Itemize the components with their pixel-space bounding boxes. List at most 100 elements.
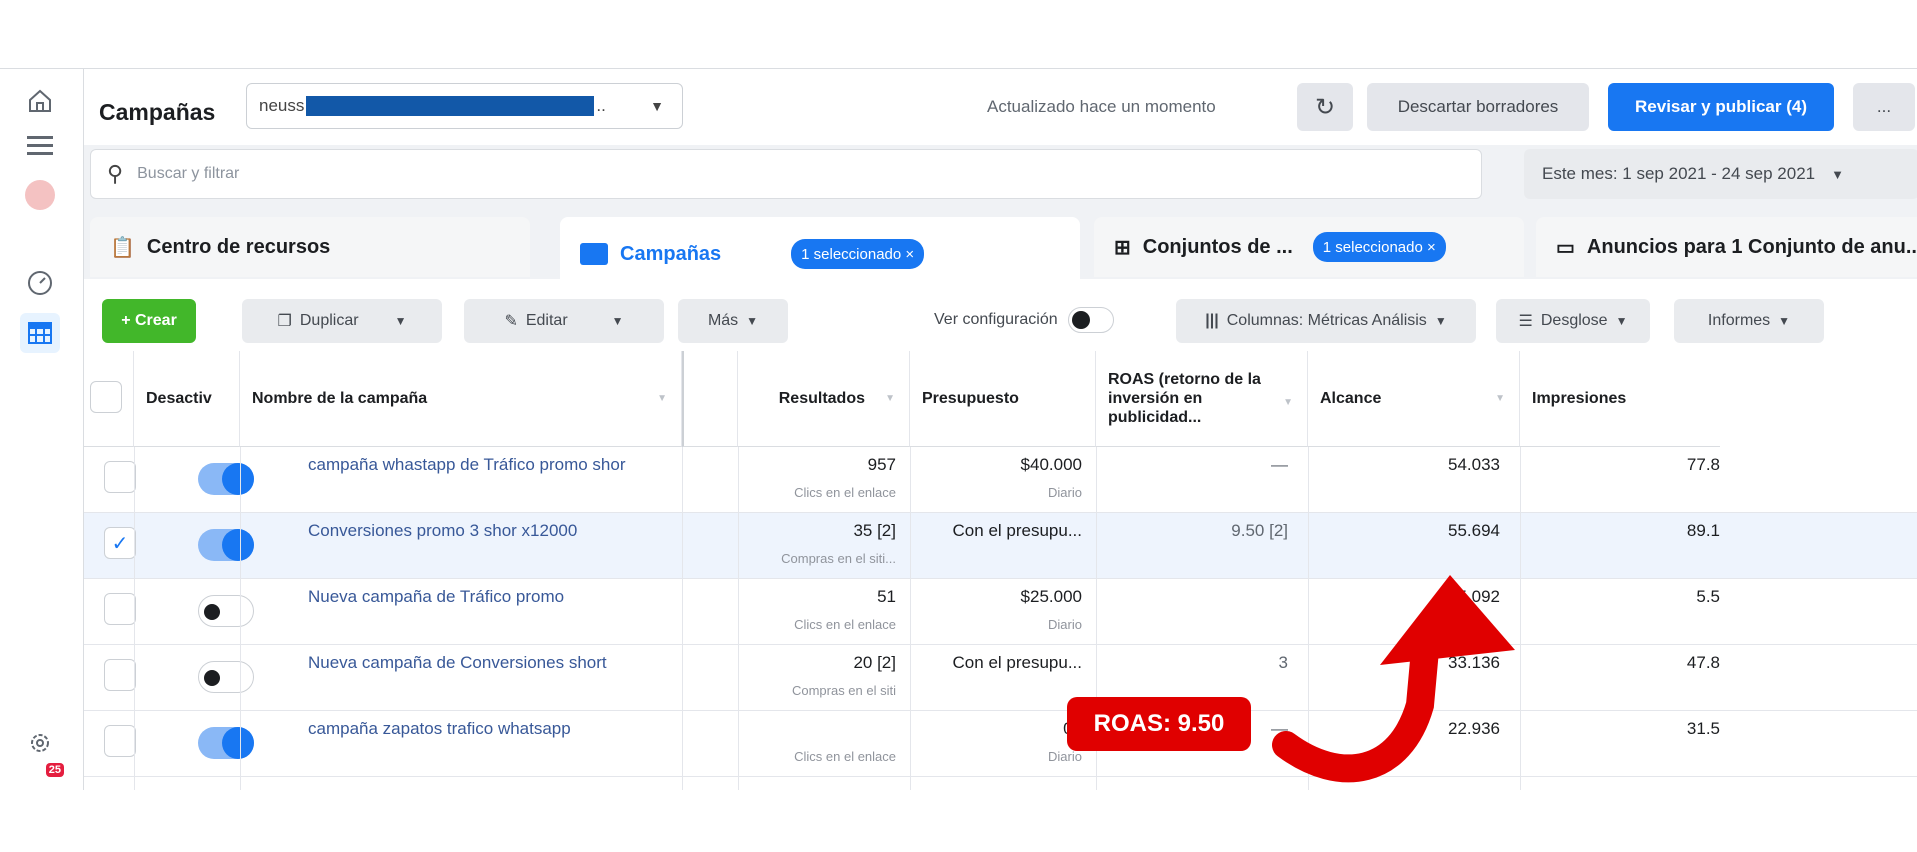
create-button[interactable]: + Crear xyxy=(102,299,196,343)
account-name-prefix: neuss xyxy=(259,96,305,115)
column-divider xyxy=(738,447,739,790)
campaign-name-link[interactable]: campaña whastapp de Tráfico promo shor xyxy=(308,455,626,475)
duplicate-label: Duplicar xyxy=(299,312,359,329)
header-name-label: Nombre de la campaña xyxy=(252,389,428,407)
review-publish-button[interactable]: Revisar y publicar (4) xyxy=(1608,83,1834,131)
reach-value: 54.033 xyxy=(1448,455,1500,474)
selection-pill[interactable]: 1 seleccionado × xyxy=(791,239,925,269)
more-button[interactable]: Más ▼ xyxy=(678,299,788,343)
edit-label: Editar xyxy=(525,312,568,329)
redacted-account-name xyxy=(306,96,595,116)
menu-icon[interactable] xyxy=(22,127,58,163)
selection-pill[interactable]: 1 seleccionado × xyxy=(1312,232,1446,262)
header-reach[interactable]: Alcance ▼ xyxy=(1308,351,1520,447)
chevron-down-icon: ▼ xyxy=(1778,314,1791,328)
delivery-toggle[interactable] xyxy=(198,463,254,495)
results-subtext: Clics en el enlace xyxy=(794,485,896,500)
delivery-toggle[interactable] xyxy=(198,529,254,561)
column-divider xyxy=(240,447,241,790)
toggle-switch[interactable] xyxy=(1067,307,1114,333)
roas-callout: ROAS: 9.50 xyxy=(1067,697,1251,751)
breakdown-label: Desglose xyxy=(1540,312,1608,329)
row-checkbox[interactable] xyxy=(104,659,136,691)
date-range-label: Este mes: 1 sep 2021 - 24 sep 2021 xyxy=(1542,164,1816,183)
column-divider xyxy=(910,447,911,790)
tab-label: Conjuntos de ... xyxy=(1142,235,1293,258)
columns-icon: ||| xyxy=(1205,312,1219,329)
reports-label: Informes xyxy=(1707,312,1771,329)
campaign-name-link[interactable]: Nueva campaña de Tráfico promo xyxy=(308,587,564,607)
search-icon: ⚲ xyxy=(107,161,124,186)
gauge-icon[interactable] xyxy=(22,265,58,301)
main-area: Campañas neuss .. ▼ Actualizado hace un … xyxy=(84,69,1917,790)
table-row[interactable]: ✓ Conversiones promo 3 shor x12000 35 [2] C… xyxy=(84,513,1917,579)
breakdown-button[interactable]: ☰ Desglose ▼ xyxy=(1496,299,1650,343)
search-placeholder: Buscar y filtrar xyxy=(137,165,240,182)
chevron-down-icon: ▼ xyxy=(1831,166,1844,182)
date-range-picker[interactable]: Este mes: 1 sep 2021 - 24 sep 2021 ▼ xyxy=(1524,149,1917,199)
notifications-icon[interactable]: 25 xyxy=(22,763,64,790)
reach-value: 55.694 xyxy=(1448,521,1500,540)
campaigns-table-icon[interactable] xyxy=(20,313,60,353)
header-results[interactable]: Resultados ▼ xyxy=(738,351,910,447)
row-checkbox[interactable]: ✓ xyxy=(104,527,136,559)
delivery-toggle[interactable] xyxy=(198,727,254,759)
results-subtext: Clics en el enlace xyxy=(794,749,896,764)
account-avatar[interactable] xyxy=(22,177,58,213)
campaign-name-link[interactable]: Nueva campaña de Conversiones short xyxy=(308,653,607,673)
chevron-down-icon: ▼ xyxy=(1434,314,1447,328)
table-row[interactable]: campaña zapatos trafico whatsapp Clics en… xyxy=(84,711,1917,777)
delivery-toggle[interactable] xyxy=(198,661,254,693)
results-subtext: Clics en el enlace xyxy=(794,617,896,632)
tab-label: Centro de recursos xyxy=(146,235,331,258)
results-subtext: Compras en el siti... xyxy=(781,551,896,566)
sort-icon: ▼ xyxy=(1283,397,1293,408)
search-filter-bar[interactable]: ⚲ Buscar y filtrar xyxy=(90,149,1482,199)
select-all-checkbox[interactable] xyxy=(90,381,122,413)
campaign-name-link[interactable]: Conversiones promo 3 shor x12000 xyxy=(308,521,577,541)
header-off[interactable]: Desactiv xyxy=(134,351,240,447)
tab-label: Anuncios para 1 Conjunto de anu... xyxy=(1586,235,1917,258)
tab-ads[interactable]: ▭ Anuncios para 1 Conjunto de anu... xyxy=(1536,217,1917,277)
more-options-button[interactable]: ... xyxy=(1853,83,1915,131)
table-row[interactable]: campaña whastapp de Tráfico promo shor 95… xyxy=(84,447,1917,513)
tab-resource-center[interactable]: 📋 Centro de recursos xyxy=(90,217,530,277)
header-name[interactable]: Nombre de la campaña ▼ xyxy=(240,351,682,447)
results-value: 20 [2] xyxy=(853,653,896,672)
row-checkbox[interactable] xyxy=(104,461,136,493)
home-icon[interactable] xyxy=(22,83,58,119)
view-config-toggle[interactable]: Ver configuración xyxy=(934,307,1114,333)
settings-gear-icon[interactable] xyxy=(22,725,58,761)
ad-window-icon: ▭ xyxy=(1556,236,1575,259)
budget-subtext: Diario xyxy=(1048,485,1082,500)
chevron-down-icon: ▼ xyxy=(650,98,664,114)
sort-icon: ▼ xyxy=(657,393,667,404)
edit-button[interactable]: ✎ Editar ▼ xyxy=(464,299,664,343)
discard-drafts-button[interactable]: Descartar borradores xyxy=(1367,83,1589,131)
chevron-down-icon: ▼ xyxy=(746,314,759,328)
campaign-name-link[interactable]: campaña zapatos trafico whatsapp xyxy=(308,719,571,739)
delivery-toggle[interactable] xyxy=(198,595,254,627)
row-checkbox[interactable] xyxy=(104,593,136,625)
results-value: 957 xyxy=(867,455,896,474)
columns-button[interactable]: ||| Columnas: Métricas Análisis ▼ xyxy=(1176,299,1476,343)
breakdown-icon: ☰ xyxy=(1518,313,1533,330)
results-value: 35 [2] xyxy=(853,521,896,540)
chevron-down-icon: ▼ xyxy=(1615,314,1628,328)
header-impressions[interactable]: Impresiones xyxy=(1520,351,1720,447)
tab-ad-sets[interactable]: ⊞ Conjuntos de ... 1 seleccionado × xyxy=(1094,217,1524,277)
column-divider xyxy=(134,447,135,790)
duplicate-button[interactable]: ❐ Duplicar ▼ xyxy=(242,299,442,343)
header-roas[interactable]: ROAS (retorno de la inversión en publici… xyxy=(1096,351,1308,447)
red-arrow-annotation xyxy=(1272,575,1515,783)
budget-value: Con el presupu... xyxy=(952,653,1082,672)
reports-button[interactable]: Informes ▼ xyxy=(1674,299,1824,343)
table-row[interactable]: Nueva campaña de Tráfico promo 51 Clics en… xyxy=(84,579,1917,645)
header-budget[interactable]: Presupuesto xyxy=(910,351,1096,447)
row-checkbox[interactable] xyxy=(104,725,136,757)
sort-icon: ▼ xyxy=(1495,393,1505,404)
refresh-button[interactable]: ↻ xyxy=(1297,83,1353,131)
duplicate-icon: ❐ xyxy=(277,313,292,330)
table-row[interactable]: Nueva campaña de Conversiones short 20 [2… xyxy=(84,645,1917,711)
account-selector[interactable]: neuss .. ▼ xyxy=(246,83,683,129)
